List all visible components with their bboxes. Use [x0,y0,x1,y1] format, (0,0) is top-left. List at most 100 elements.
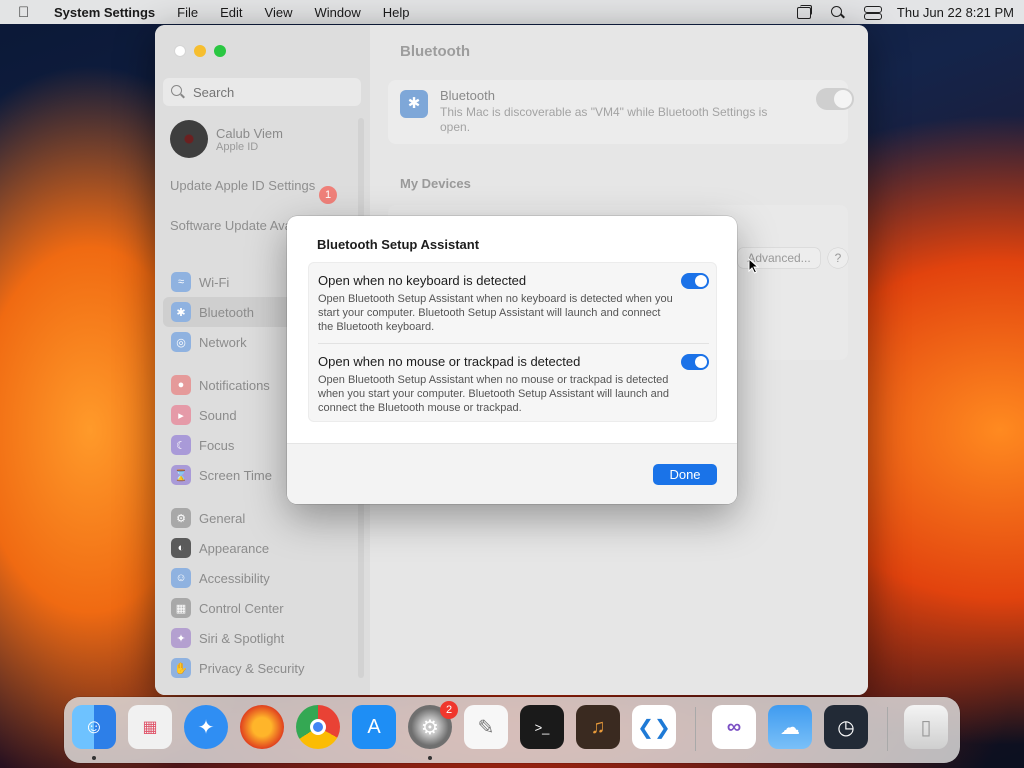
speaker-icon: ▸ [171,405,191,425]
option-title: Open when no keyboard is detected [318,273,527,288]
wifi-icon: ≈ [171,272,191,292]
bluetooth-setup-assistant-dialog: Bluetooth Setup Assistant Open when no k… [287,216,737,504]
weather-icon[interactable]: ☁ [768,705,812,749]
siri-icon: ✦ [171,628,191,648]
bluetooth-toggle[interactable] [816,88,854,110]
sidebar-item-privacy-security[interactable]: ✋ Privacy & Security [163,653,363,683]
sidebar-item-accessibility[interactable]: ☺ Accessibility [163,563,363,593]
avatar [170,120,208,158]
option-keyboard: Open when no keyboard is detected Open B… [318,273,698,334]
sidebar-item-label: Wi-Fi [199,274,230,290]
done-button[interactable]: Done [653,464,717,485]
launchpad-icon[interactable]: ▦ [128,705,172,749]
option-description: Open Bluetooth Setup Assistant when no k… [318,293,673,333]
window-controls [174,45,226,57]
trash-icon[interactable]: ▯ [904,705,948,749]
control-center-icon[interactable] [863,5,882,20]
gear-icon: ⚙ [171,508,191,528]
hand-icon: ✋ [171,658,191,678]
my-devices-heading: My Devices [400,176,471,191]
search-icon [171,85,185,99]
sidebar-search[interactable] [163,78,361,106]
menu-view[interactable]: View [265,5,293,20]
sidebar-item-label: Siri & Spotlight [199,630,285,646]
accessibility-icon: ☺ [171,568,191,588]
sidebar-item-label: Bluetooth [199,304,254,320]
sidebar-item-label: Accessibility [199,570,270,586]
visual-studio-icon[interactable]: ∞ [712,705,756,749]
vscode-icon[interactable]: ❮❯ [632,705,676,749]
sidebar-item-label: Focus [199,437,235,453]
sidebar-item-label: Notifications [199,377,270,393]
notification-badge: 2 [440,701,458,719]
menu-bar:  System Settings File Edit View Window … [0,0,1024,24]
divider [318,343,709,344]
sidebar-item-label: Network [199,334,247,350]
menu-window[interactable]: Window [314,5,360,20]
dialog-footer: Done [287,443,737,504]
sidebar-item-label: General [199,510,246,526]
sidebar-item-general[interactable]: ⚙ General [163,503,363,533]
app-store-icon[interactable]: A [352,705,396,749]
close-window-button[interactable] [174,45,186,57]
hourglass-icon: ⌛ [171,465,191,485]
moon-icon: ☾ [171,435,191,455]
sidebar-item-label: Privacy & Security [199,660,305,676]
running-indicator [428,756,432,760]
option-mouse: Open when no mouse or trackpad is detect… [318,354,698,415]
zoom-window-button[interactable] [214,45,226,57]
bluetooth-icon: ✱ [171,302,191,322]
spotlight-search-icon[interactable] [829,5,847,19]
safari-icon[interactable]: ✦ [184,705,228,749]
bell-icon: ● [171,375,191,395]
notice-badge: 1 [319,186,337,204]
apple-id-account[interactable]: Calub Viem Apple ID [170,120,283,158]
account-name: Calub Viem [216,125,283,141]
sidebar-item-appearance[interactable]: ◐ Appearance [163,533,363,563]
option-description: Open Bluetooth Setup Assistant when no m… [318,374,669,414]
control-center-icon: ▦ [171,598,191,618]
sidebar-item-label: Control Center [199,600,284,616]
bluetooth-label: Bluetooth [440,88,495,103]
sidebar-item-label: Appearance [199,540,270,556]
terminal-icon[interactable]: >_ [520,705,564,749]
account-subtitle: Apple ID [216,140,259,153]
dock-separator [695,707,696,751]
apple-menu-icon[interactable]:  [18,4,36,21]
search-input[interactable] [193,84,343,100]
sidebar-item-control-center[interactable]: ▦ Control Center [163,593,363,623]
appearance-icon: ◐ [171,538,191,558]
garageband-icon[interactable]: ♫ [576,705,620,749]
bluetooth-icon: ✱ [400,90,428,118]
dock-separator [887,707,888,751]
textedit-icon[interactable]: ✎ [464,705,508,749]
activity-monitor-icon[interactable]: ◷ [824,705,868,749]
mouse-cursor-icon [748,258,760,274]
bluetooth-description: This Mac is discoverable as "VM4" while … [440,105,768,134]
window-switcher-icon[interactable] [795,5,813,19]
sidebar-item-label: Sound [199,407,237,423]
running-indicator [92,756,96,760]
menu-edit[interactable]: Edit [220,5,242,20]
dialog-title: Bluetooth Setup Assistant [317,237,480,252]
globe-icon: ◎ [171,332,191,352]
menu-app-name[interactable]: System Settings [54,5,155,20]
sidebar-item-label: Screen Time [199,467,272,483]
finder-icon[interactable]: ☺ [72,705,116,749]
sidebar-item-siri-spotlight[interactable]: ✦ Siri & Spotlight [163,623,363,653]
minimize-window-button[interactable] [194,45,206,57]
chrome-icon[interactable] [296,705,340,749]
page-title: Bluetooth [400,43,470,60]
dock: ☺ ▦ ✦ A ⚙ 2 ✎ >_ ♫ ❮❯ ∞ ☁ ◷ ▯ [64,697,960,763]
menu-clock[interactable]: Thu Jun 22 8:21 PM [897,5,1014,20]
option-title: Open when no mouse or trackpad is detect… [318,354,581,369]
dialog-options: Open when no keyboard is detected Open B… [308,262,717,422]
menu-help[interactable]: Help [383,5,410,20]
bluetooth-card: ✱ Bluetooth This Mac is discoverable as … [388,80,854,144]
help-button[interactable]: ? [828,248,848,268]
sidebar-group-general: ⚙ General ◐ Appearance ☺ Accessibility ▦… [163,503,363,683]
firefox-icon[interactable] [240,705,284,749]
keyboard-detect-toggle[interactable] [681,273,709,289]
menu-file[interactable]: File [177,5,198,20]
mouse-detect-toggle[interactable] [681,354,709,370]
